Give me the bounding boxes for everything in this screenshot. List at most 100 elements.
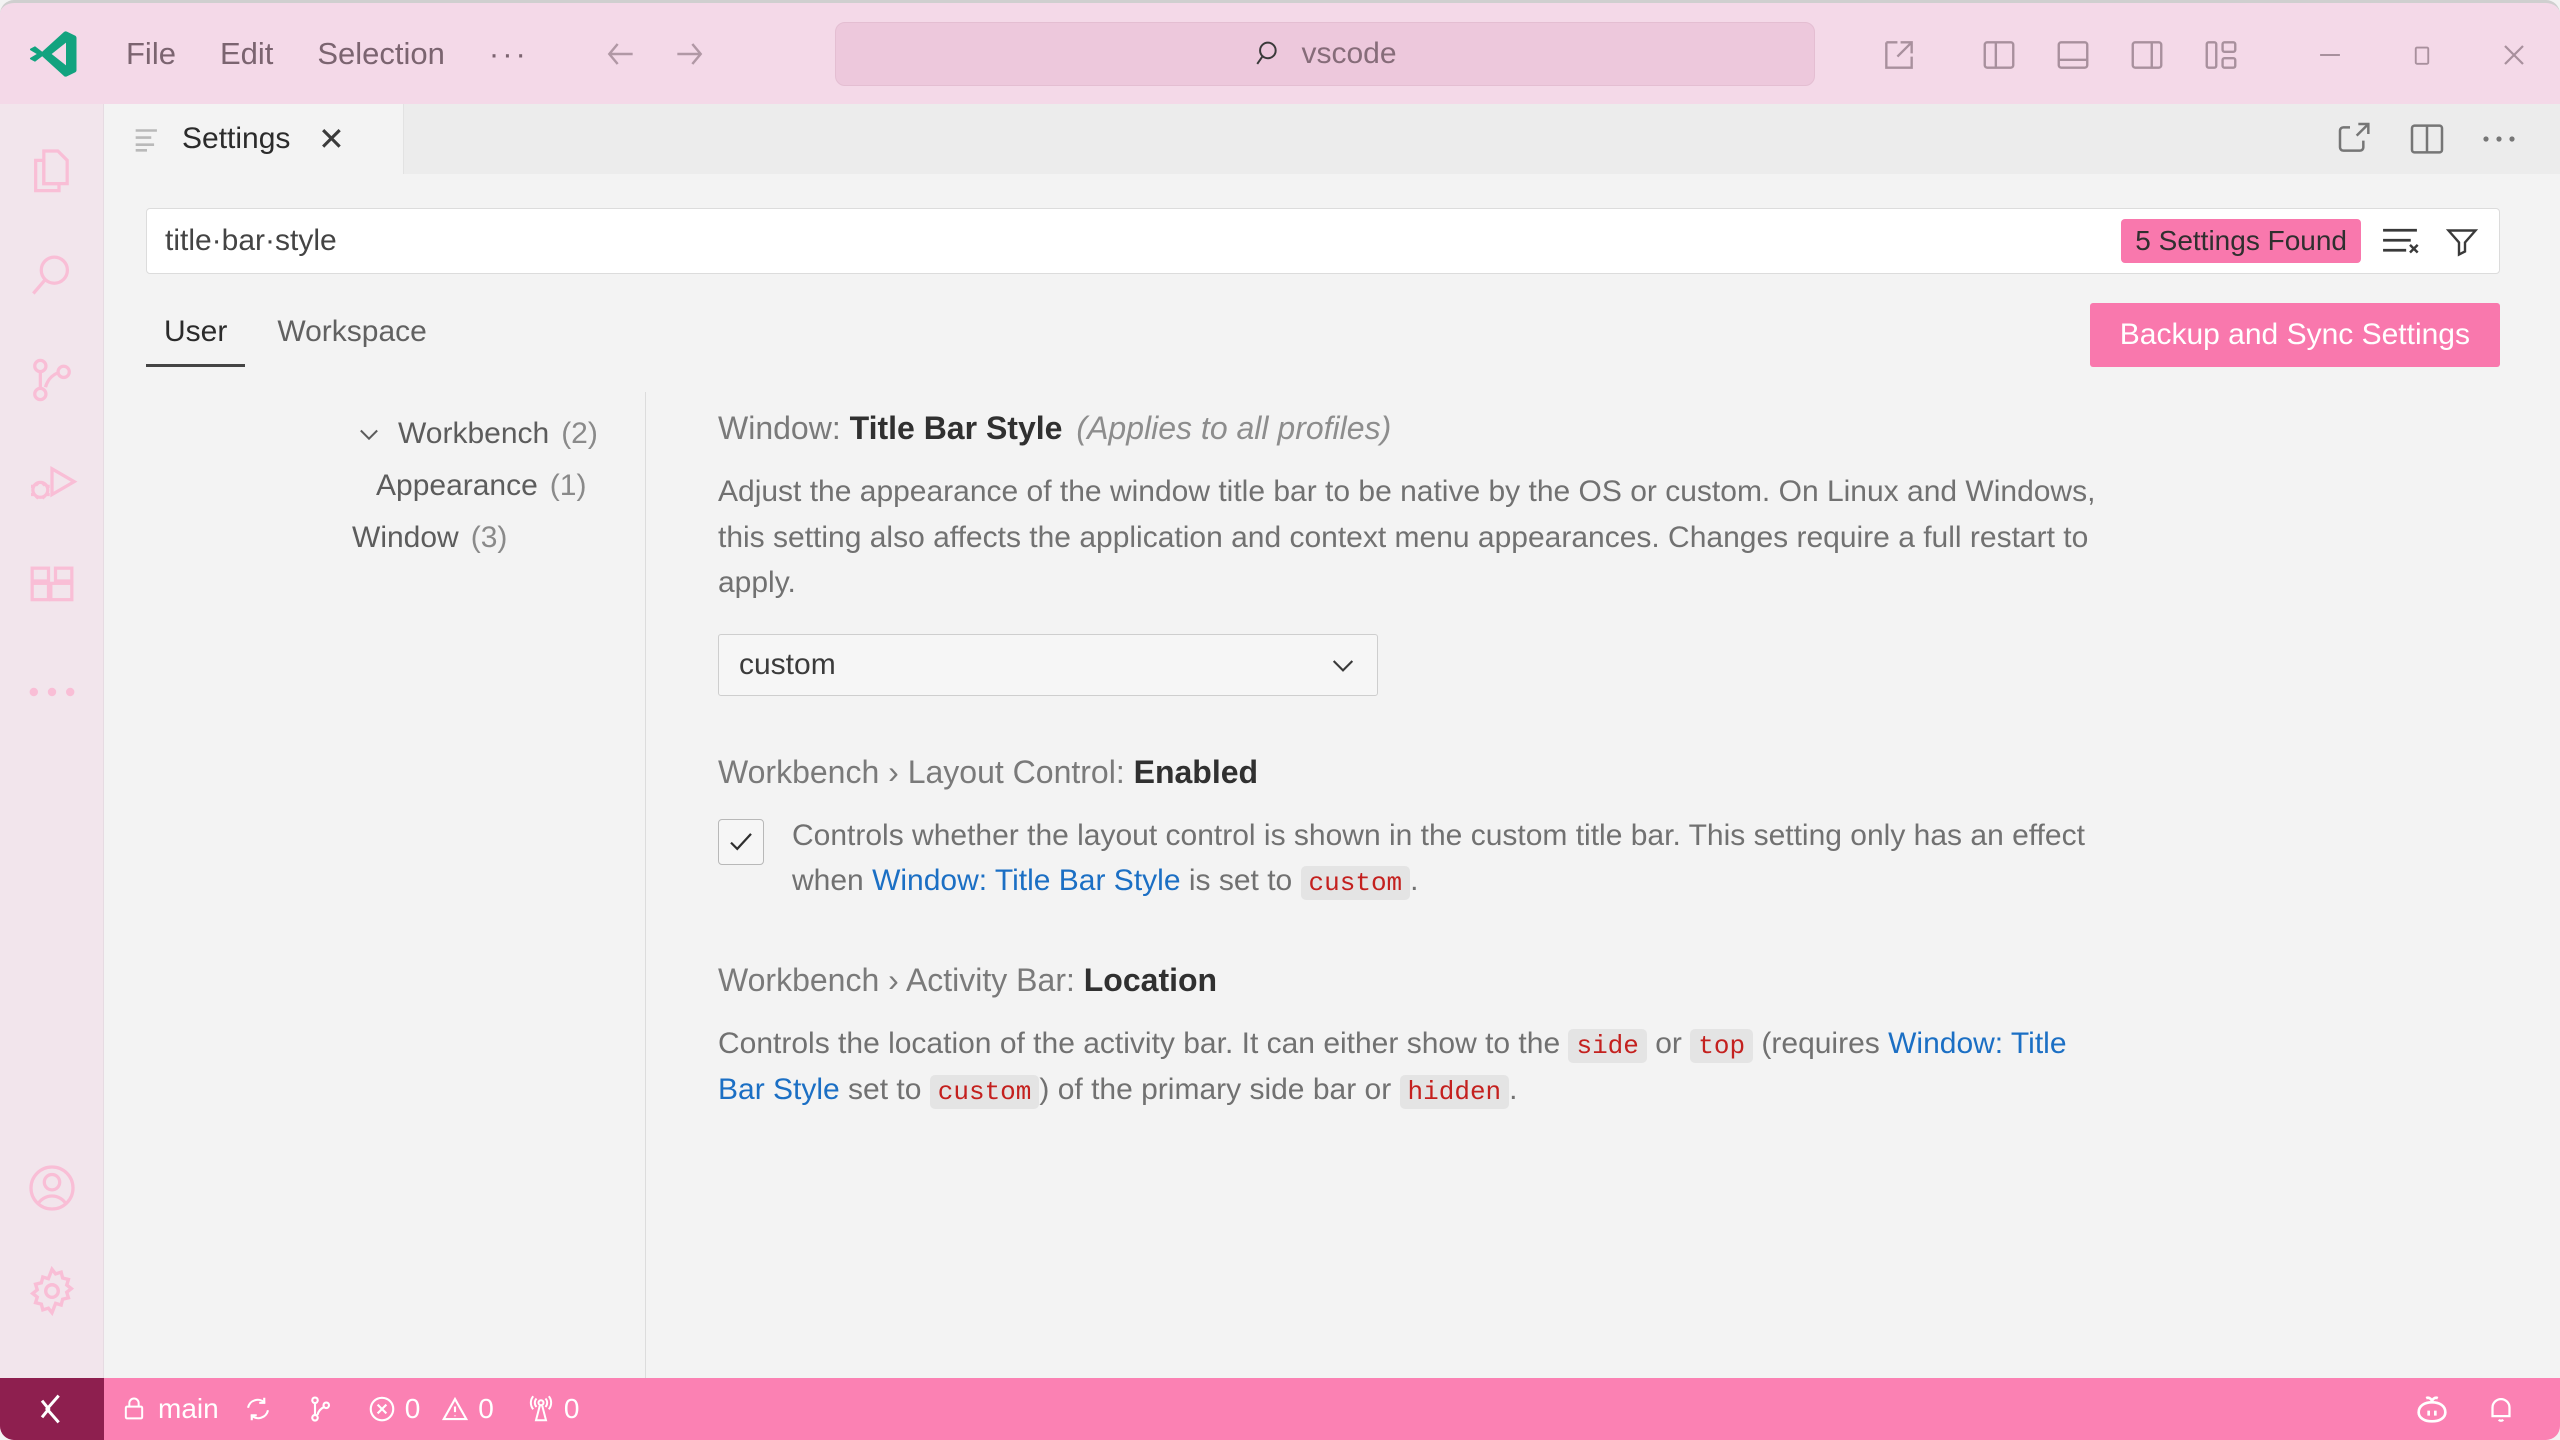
filter-icon[interactable]: [2439, 218, 2485, 264]
desc-text-c: (requires: [1753, 1027, 1888, 1060]
settings-scope-tabs: User Workspace Backup and Sync Settings: [146, 290, 2500, 380]
tab-workspace[interactable]: Workspace: [259, 303, 445, 367]
link-window-title-bar-style[interactable]: Window: Title Bar Style: [872, 864, 1180, 897]
radio-tower-icon: [526, 1394, 556, 1424]
toc-item-appearance[interactable]: Appearance (1): [146, 460, 645, 512]
menu-file[interactable]: File: [104, 28, 198, 80]
editor-actions: [2324, 104, 2560, 174]
search-icon: [1253, 37, 1287, 71]
toc-count: (3): [471, 521, 508, 555]
settings-search-row: title·bar·style 5 Settings Found: [146, 208, 2500, 274]
setting-name: Location: [1084, 962, 1217, 998]
toggle-primary-sidebar-icon[interactable]: [1962, 3, 2036, 107]
desc-text-e: ) of the primary side bar or: [1039, 1073, 1399, 1106]
settings-search-input[interactable]: title·bar·style 5 Settings Found: [146, 208, 2500, 274]
toggle-panel-icon[interactable]: [2036, 3, 2110, 107]
desc-text-a: Controls the location of the activity ba…: [718, 1027, 1568, 1060]
tab-close-icon[interactable]: ✕: [308, 116, 354, 162]
command-center-text: vscode: [1301, 37, 1396, 71]
status-copilot-icon[interactable]: [2396, 1378, 2468, 1440]
more-actions-icon[interactable]: [2468, 108, 2530, 170]
setting-title: Workbench › Activity Bar: Location: [718, 962, 2490, 999]
menu-selection[interactable]: Selection: [295, 28, 467, 80]
chevron-down-icon: [1327, 649, 1359, 681]
setting-workbench-activity-bar-location: Workbench › Activity Bar: Location Contr…: [718, 962, 2490, 1112]
navigation-controls: [595, 28, 715, 80]
toc-label: Window: [352, 521, 459, 555]
setting-scope-note: (Applies to all profiles): [1076, 410, 1391, 446]
setting-description: Controls the location of the activity ba…: [718, 1021, 2118, 1112]
toc-label: Workbench: [398, 417, 549, 451]
status-notifications-bell-icon[interactable]: [2468, 1378, 2534, 1440]
activity-bar-item-source-control[interactable]: [0, 328, 104, 432]
warning-count: 0: [478, 1393, 494, 1425]
setting-category: Workbench › Activity Bar:: [718, 962, 1084, 998]
close-button[interactable]: [2468, 3, 2560, 107]
status-branch[interactable]: main: [104, 1378, 289, 1440]
toc-label: Appearance: [376, 469, 538, 503]
menu-more-button[interactable]: ···: [467, 32, 551, 76]
activity-bar-item-extensions[interactable]: [0, 536, 104, 640]
title-bar: File Edit Selection ··· v: [0, 0, 2560, 104]
activity-bar-item-explorer[interactable]: [0, 120, 104, 224]
minimize-button[interactable]: [2284, 3, 2376, 107]
backup-and-sync-settings-button[interactable]: Backup and Sync Settings: [2090, 303, 2500, 367]
activity-bar-item-run-and-debug[interactable]: [0, 432, 104, 536]
split-editor-icon[interactable]: [2396, 108, 2458, 170]
customize-layout-icon[interactable]: [2184, 3, 2258, 107]
editor-tab-bar: Settings ✕: [104, 104, 2560, 174]
settings-items-list: Window: Title Bar Style (Applies to all p…: [646, 392, 2560, 1378]
settings-content: Workbench (2) Appearance (1) Window (3): [104, 392, 2560, 1378]
toc-item-window[interactable]: Window (3): [146, 512, 645, 564]
warning-icon: [440, 1394, 470, 1424]
setting-name: Title Bar Style: [850, 410, 1063, 446]
tab-user[interactable]: User: [146, 303, 245, 367]
error-count: 0: [405, 1393, 421, 1425]
menu-edit[interactable]: Edit: [198, 28, 295, 80]
toggle-secondary-sidebar-icon[interactable]: [2110, 3, 2184, 107]
clear-search-results-icon[interactable]: [2377, 218, 2423, 264]
setting-description: Controls whether the layout control is s…: [792, 813, 2112, 904]
toc-count: (1): [550, 469, 587, 503]
status-source-control-icon[interactable]: [289, 1378, 351, 1440]
status-bar-right: [2396, 1378, 2560, 1440]
tab-label: Settings: [182, 122, 290, 156]
toc-item-workbench[interactable]: Workbench (2): [146, 408, 645, 460]
go-back-icon[interactable]: [595, 28, 647, 80]
status-problems[interactable]: 0 0: [351, 1378, 510, 1440]
ports-count: 0: [564, 1393, 580, 1425]
setting-category: Window:: [718, 410, 850, 446]
activity-bar-item-accounts[interactable]: [0, 1136, 104, 1240]
vscode-window: File Edit Selection ··· v: [0, 0, 2560, 1440]
tab-settings[interactable]: Settings ✕: [104, 104, 404, 174]
select-value: custom: [739, 648, 1327, 682]
open-settings-json-icon[interactable]: [2324, 108, 2386, 170]
toc-count: (2): [561, 417, 598, 451]
desc-text-f: .: [1509, 1073, 1517, 1106]
maximize-button[interactable]: [2376, 3, 2468, 107]
desc-text-d: set to: [840, 1073, 930, 1106]
status-remote-indicator[interactable]: [0, 1378, 104, 1440]
layout-control-checkbox[interactable]: [718, 819, 764, 865]
workbench-body: Settings ✕: [0, 104, 2560, 1378]
status-ports[interactable]: 0: [510, 1378, 596, 1440]
chevron-down-icon: [352, 420, 386, 448]
desc-text-b: or: [1647, 1027, 1690, 1060]
settings-tab-icon: [130, 122, 164, 156]
open-in-new-window-icon[interactable]: [1862, 3, 1936, 107]
status-bar: main 0: [0, 1378, 2560, 1440]
sync-icon: [243, 1394, 273, 1424]
title-bar-style-select[interactable]: custom: [718, 634, 1378, 696]
setting-category: Workbench › Layout Control:: [718, 754, 1134, 790]
code-top: top: [1690, 1029, 1753, 1063]
activity-bar-item-more[interactable]: [0, 640, 104, 744]
go-forward-icon[interactable]: [663, 28, 715, 80]
desc-text-part3: .: [1410, 864, 1418, 897]
activity-bar-item-search[interactable]: [0, 224, 104, 328]
activity-bar: [0, 104, 104, 1378]
command-center-search[interactable]: vscode: [835, 22, 1815, 86]
lock-icon: [120, 1395, 148, 1423]
editor-area: Settings ✕: [104, 104, 2560, 1378]
desc-text-part2: is set to: [1181, 864, 1301, 897]
activity-bar-item-manage-gear-icon[interactable]: [0, 1240, 104, 1344]
